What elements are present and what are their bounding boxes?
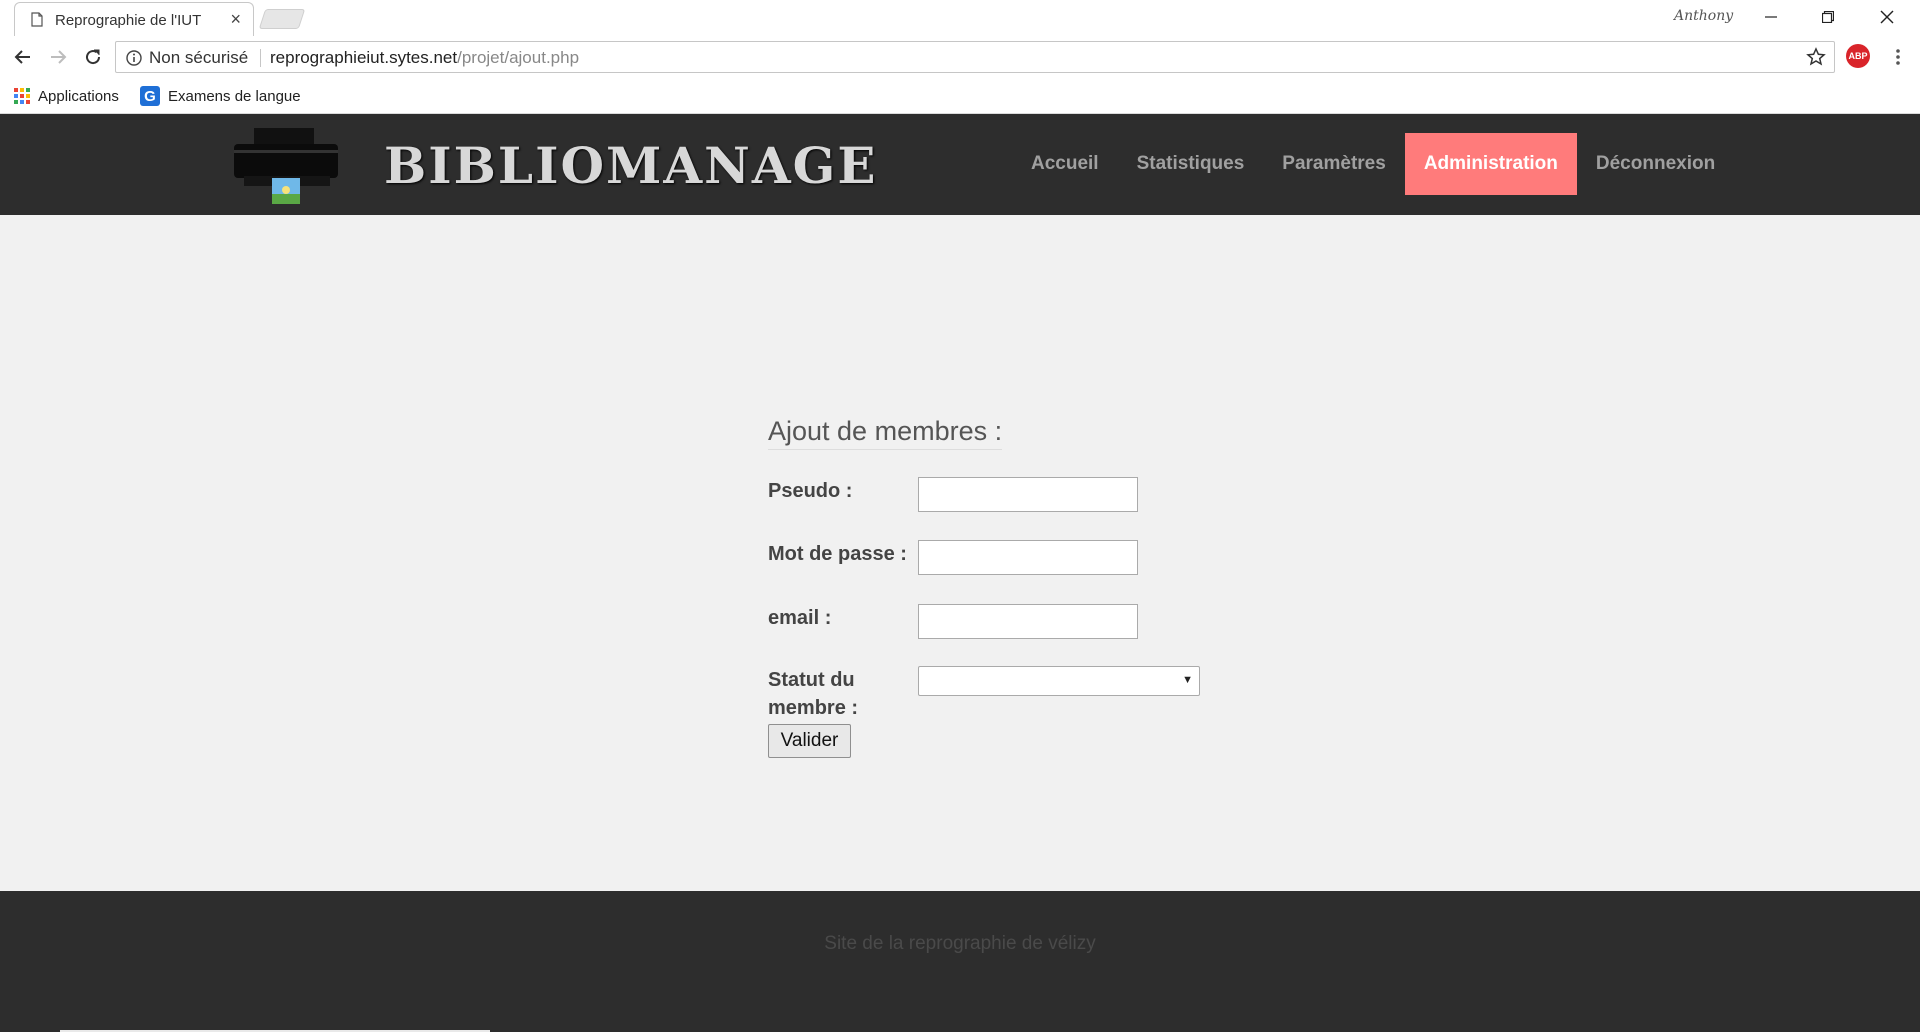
nav-statistiques[interactable]: Statistiques bbox=[1118, 133, 1264, 195]
adblock-icon[interactable]: ABP bbox=[1846, 44, 1870, 68]
nav-accueil[interactable]: Accueil bbox=[1012, 133, 1118, 195]
printer-logo-icon bbox=[234, 128, 338, 204]
status-select[interactable]: ▼ bbox=[918, 666, 1200, 696]
arrow-right-icon bbox=[51, 50, 67, 64]
restore-icon bbox=[1822, 11, 1834, 23]
bookmark-label: Applications bbox=[38, 87, 119, 105]
url-host: reprographieiut.sytes.net bbox=[270, 48, 458, 67]
password-label: Mot de passe : bbox=[768, 543, 907, 565]
forward-button[interactable] bbox=[43, 42, 73, 72]
email-label: email : bbox=[768, 607, 832, 629]
reload-icon bbox=[86, 49, 101, 65]
add-member-form: Ajout de membres : Pseudo : Mot de passe… bbox=[768, 416, 1228, 758]
reload-button[interactable] bbox=[78, 42, 108, 72]
address-separator bbox=[260, 49, 261, 67]
bookmark-label: Examens de langue bbox=[168, 87, 301, 105]
arrow-left-icon bbox=[14, 50, 30, 64]
nav-parametres[interactable]: Paramètres bbox=[1263, 133, 1405, 195]
bookmark-applications[interactable]: Applications bbox=[14, 85, 119, 107]
pseudo-label: Pseudo : bbox=[768, 480, 853, 502]
site-footer: Site de la reprographie de vélizy bbox=[0, 891, 1920, 1032]
bookmark-examens[interactable]: G Examens de langue bbox=[140, 85, 301, 107]
bookmark-star-icon[interactable] bbox=[1806, 47, 1826, 67]
browser-tab-bar: Reprographie de l'IUT × Anthony bbox=[0, 0, 1920, 36]
close-icon bbox=[1880, 10, 1894, 24]
profile-name[interactable]: Anthony bbox=[1674, 8, 1733, 24]
tab-title: Reprographie de l'IUT bbox=[55, 12, 202, 29]
nav-deconnexion[interactable]: Déconnexion bbox=[1577, 133, 1734, 195]
info-icon[interactable] bbox=[126, 50, 142, 66]
browser-menu-icon[interactable] bbox=[1885, 42, 1911, 72]
apps-grid-icon bbox=[14, 88, 30, 104]
chevron-down-icon: ▼ bbox=[1182, 674, 1193, 686]
site-header: BIBLIOMANAGE Accueil Statistiques Paramè… bbox=[0, 114, 1920, 215]
main-nav: Accueil Statistiques Paramètres Administ… bbox=[1012, 133, 1734, 195]
url-text[interactable]: reprographieiut.sytes.net/projet/ajout.p… bbox=[270, 48, 579, 68]
back-button[interactable] bbox=[8, 42, 38, 72]
brand-title[interactable]: BIBLIOMANAGE bbox=[384, 136, 877, 195]
url-path: /projet/ajout.php bbox=[457, 48, 580, 67]
window-close-button[interactable] bbox=[1860, 0, 1914, 34]
address-bar[interactable]: Non sécurisé reprographieiut.sytes.net/p… bbox=[115, 41, 1835, 73]
kebab-menu-icon bbox=[1896, 49, 1900, 65]
security-label[interactable]: Non sécurisé bbox=[149, 48, 248, 68]
nav-administration[interactable]: Administration bbox=[1404, 133, 1577, 195]
pseudo-input[interactable] bbox=[918, 477, 1138, 512]
form-title: Ajout de membres : bbox=[768, 416, 1003, 450]
new-tab-button[interactable] bbox=[258, 9, 306, 29]
bookmarks-bar: Applications G Examens de langue bbox=[0, 78, 1920, 114]
status-label: Statut du membre : bbox=[768, 669, 859, 719]
document-icon bbox=[31, 12, 43, 27]
footer-text: Site de la reprographie de vélizy bbox=[824, 933, 1096, 954]
main-content: Ajout de membres : Pseudo : Mot de passe… bbox=[0, 215, 1920, 891]
minimize-icon bbox=[1765, 16, 1777, 18]
restore-button[interactable] bbox=[1801, 0, 1855, 34]
tab-close-icon[interactable]: × bbox=[230, 9, 241, 29]
browser-toolbar: Non sécurisé reprographieiut.sytes.net/p… bbox=[0, 36, 1920, 78]
password-input[interactable] bbox=[918, 540, 1138, 575]
email-input[interactable] bbox=[918, 604, 1138, 639]
submit-button[interactable]: Valider bbox=[768, 724, 851, 758]
g-icon: G bbox=[140, 86, 160, 106]
minimize-button[interactable] bbox=[1744, 0, 1798, 34]
browser-tab[interactable]: Reprographie de l'IUT × bbox=[14, 2, 254, 36]
